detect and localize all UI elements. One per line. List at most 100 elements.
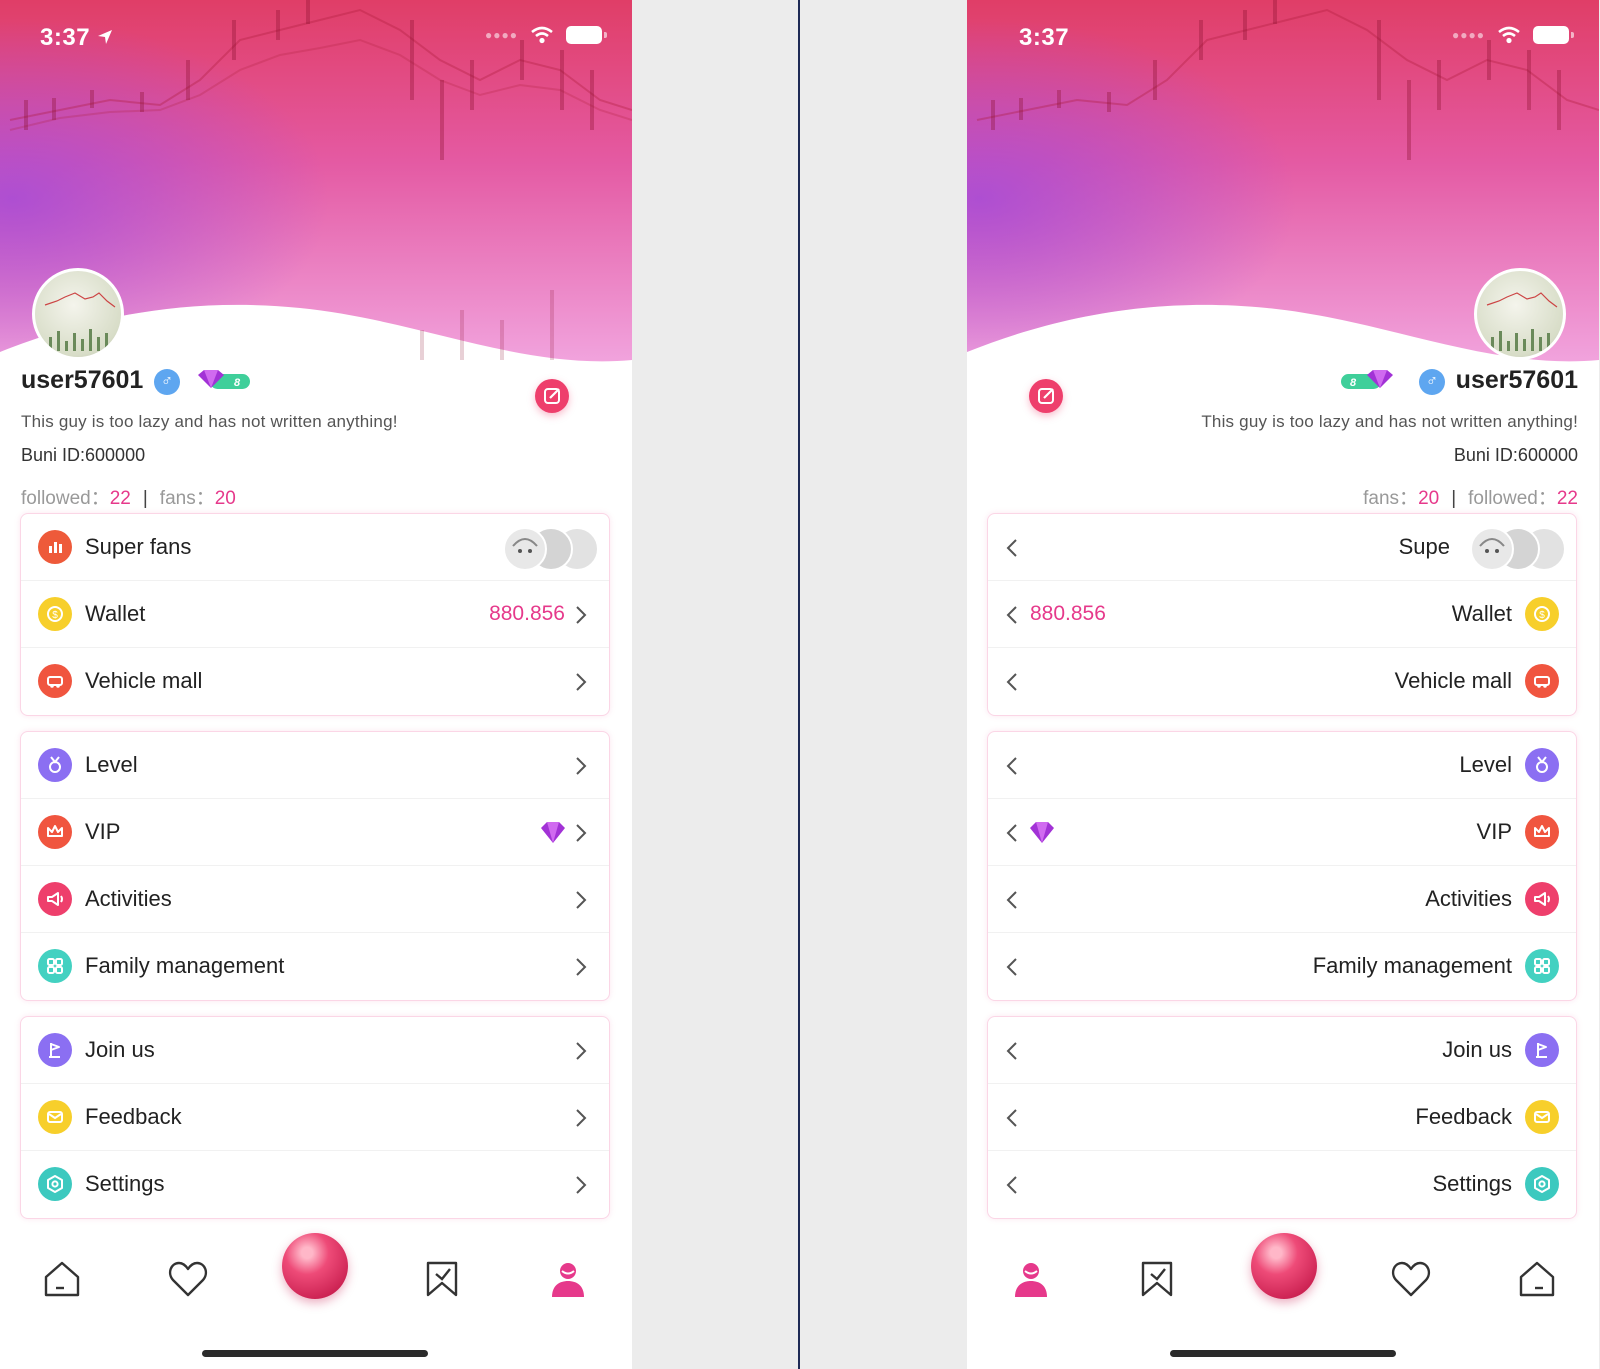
status-time: 3:37 [40, 24, 91, 51]
menu-label: Activities [85, 886, 172, 911]
wifi-icon [1498, 26, 1520, 44]
heart-icon[interactable] [1389, 1257, 1433, 1301]
menu-item-level[interactable]: Level [21, 732, 609, 799]
menu-label: Vehicle mall [85, 668, 203, 693]
username: user57601 [1455, 366, 1578, 394]
chevron-left-icon [1006, 539, 1017, 557]
super-fans-avatars [1470, 527, 1566, 571]
menu-item-family-management[interactable]: Family management [988, 933, 1576, 1000]
menu-card-features: Level VIP Activities Family management [987, 731, 1577, 1001]
chevron-left-icon [1006, 824, 1017, 842]
envelope-icon [38, 1100, 72, 1134]
chevron-right-icon [576, 1042, 587, 1060]
menu-item-activities[interactable]: Activities [21, 866, 609, 933]
fans-stat[interactable]: fans：20 [160, 488, 236, 509]
vip-level-badge: 8 [1341, 370, 1393, 389]
bar-chart-icon [38, 530, 72, 564]
chevron-left-icon [1006, 673, 1017, 691]
chevron-left-icon [1006, 1042, 1017, 1060]
menu-label: Level [1459, 752, 1512, 777]
menu-label: VIP [85, 819, 121, 844]
battery-icon [566, 26, 607, 44]
avatar-chart-image [1486, 292, 1558, 351]
edit-profile-button[interactable] [1029, 379, 1063, 413]
chevron-right-icon [576, 891, 587, 909]
home-indicator [202, 1350, 428, 1357]
edit-icon [1038, 388, 1054, 404]
followed-stat[interactable]: followed：22 [1468, 488, 1578, 509]
menu-label: Vehicle mall [1394, 668, 1512, 693]
edit-profile-button[interactable] [535, 379, 569, 413]
chevron-left-icon [1006, 606, 1017, 624]
menu-item-vehicle-mall[interactable]: Vehicle mall [988, 648, 1576, 715]
followed-stat[interactable]: followed：22 [21, 488, 131, 509]
svg-text:8: 8 [1350, 377, 1357, 389]
menu-item-activities[interactable]: Activities [988, 866, 1576, 933]
chevron-left-icon [1006, 958, 1017, 976]
menu-label: Feedback [1415, 1104, 1512, 1129]
menu-label: Join us [1442, 1037, 1512, 1062]
home-icon[interactable] [40, 1257, 84, 1301]
avatar-chart-image [44, 292, 116, 351]
crown-icon [1525, 815, 1559, 849]
gear-icon [38, 1167, 72, 1201]
chevron-right-icon [576, 673, 587, 691]
menu-item-vehicle-mall[interactable]: Vehicle mall [21, 648, 609, 715]
menu-item-join-us[interactable]: Join us [988, 1017, 1576, 1084]
bookmark-icon[interactable] [1135, 1257, 1179, 1301]
menu-item-feedback[interactable]: Feedback [21, 1084, 609, 1151]
home-icon[interactable] [1515, 1257, 1559, 1301]
menu-item-vip[interactable]: VIP [988, 799, 1576, 866]
menu-item-super-fans[interactable]: Supe [988, 514, 1576, 581]
car-icon [1525, 664, 1559, 698]
medal-icon [38, 748, 72, 782]
gender-male-icon: ♂ [154, 369, 180, 395]
menu-item-settings[interactable]: Settings [988, 1151, 1576, 1218]
follow-stats: fans：20 | followed：22 [1363, 488, 1578, 509]
menu-item-wallet[interactable]: $ Wallet 880.856 [21, 581, 609, 648]
menu-card-support: Join us Feedback Settings [20, 1016, 610, 1219]
user-id: Buni ID:600000 [21, 445, 146, 465]
chevron-right-icon [576, 1109, 587, 1127]
menu-item-wallet[interactable]: 880.856 Wallet $ [988, 581, 1576, 648]
heart-icon[interactable] [166, 1257, 210, 1301]
menu-item-super-fans[interactable]: Super fans [21, 514, 609, 581]
menu-card-features: Level VIP Activities Family management [20, 731, 610, 1001]
svg-text:$: $ [52, 610, 58, 621]
menu-label: Feedback [85, 1104, 182, 1129]
fans-stat[interactable]: fans：20 [1363, 488, 1439, 509]
bookmark-icon[interactable] [420, 1257, 464, 1301]
chevron-left-icon [1006, 757, 1017, 775]
menu-item-feedback[interactable]: Feedback [988, 1084, 1576, 1151]
location-arrow-icon [98, 30, 112, 44]
menu-item-level[interactable]: Level [988, 732, 1576, 799]
phone-screen-rtl: 3:37 ●●●● 8 ♂ user57601 This guy is too … [967, 0, 1599, 1369]
menu-item-vip[interactable]: VIP [21, 799, 609, 866]
menu-item-family-management[interactable]: Family management [21, 933, 609, 1000]
grid-icon [1525, 949, 1559, 983]
gear-icon [1525, 1167, 1559, 1201]
gender-male-icon: ♂ [1419, 369, 1445, 395]
avatar[interactable] [32, 268, 124, 360]
avatar[interactable] [1474, 268, 1566, 360]
menu-item-settings[interactable]: Settings [21, 1151, 609, 1218]
flag-icon [1525, 1033, 1559, 1067]
chevron-right-icon [576, 824, 587, 842]
profile-icon[interactable] [1009, 1257, 1053, 1301]
grid-icon [38, 949, 72, 983]
chevron-left-icon [1006, 1109, 1017, 1127]
wallet-balance: 880.856 [1030, 602, 1106, 625]
live-orb-button[interactable] [282, 1233, 348, 1299]
live-orb-button[interactable] [1251, 1233, 1317, 1299]
menu-label: VIP [1476, 819, 1512, 844]
menu-item-join-us[interactable]: Join us [21, 1017, 609, 1084]
chevron-right-icon [576, 958, 587, 976]
menu-label: Supe [1398, 534, 1450, 559]
bio-text: This guy is too lazy and has not written… [1201, 412, 1578, 431]
profile-icon[interactable] [546, 1257, 590, 1301]
battery-icon [1533, 26, 1574, 44]
coin-icon: $ [1525, 597, 1559, 631]
menu-card-support: Join us Feedback Settings [987, 1016, 1577, 1219]
bio-text: This guy is too lazy and has not written… [21, 412, 398, 431]
chevron-right-icon [576, 606, 587, 624]
